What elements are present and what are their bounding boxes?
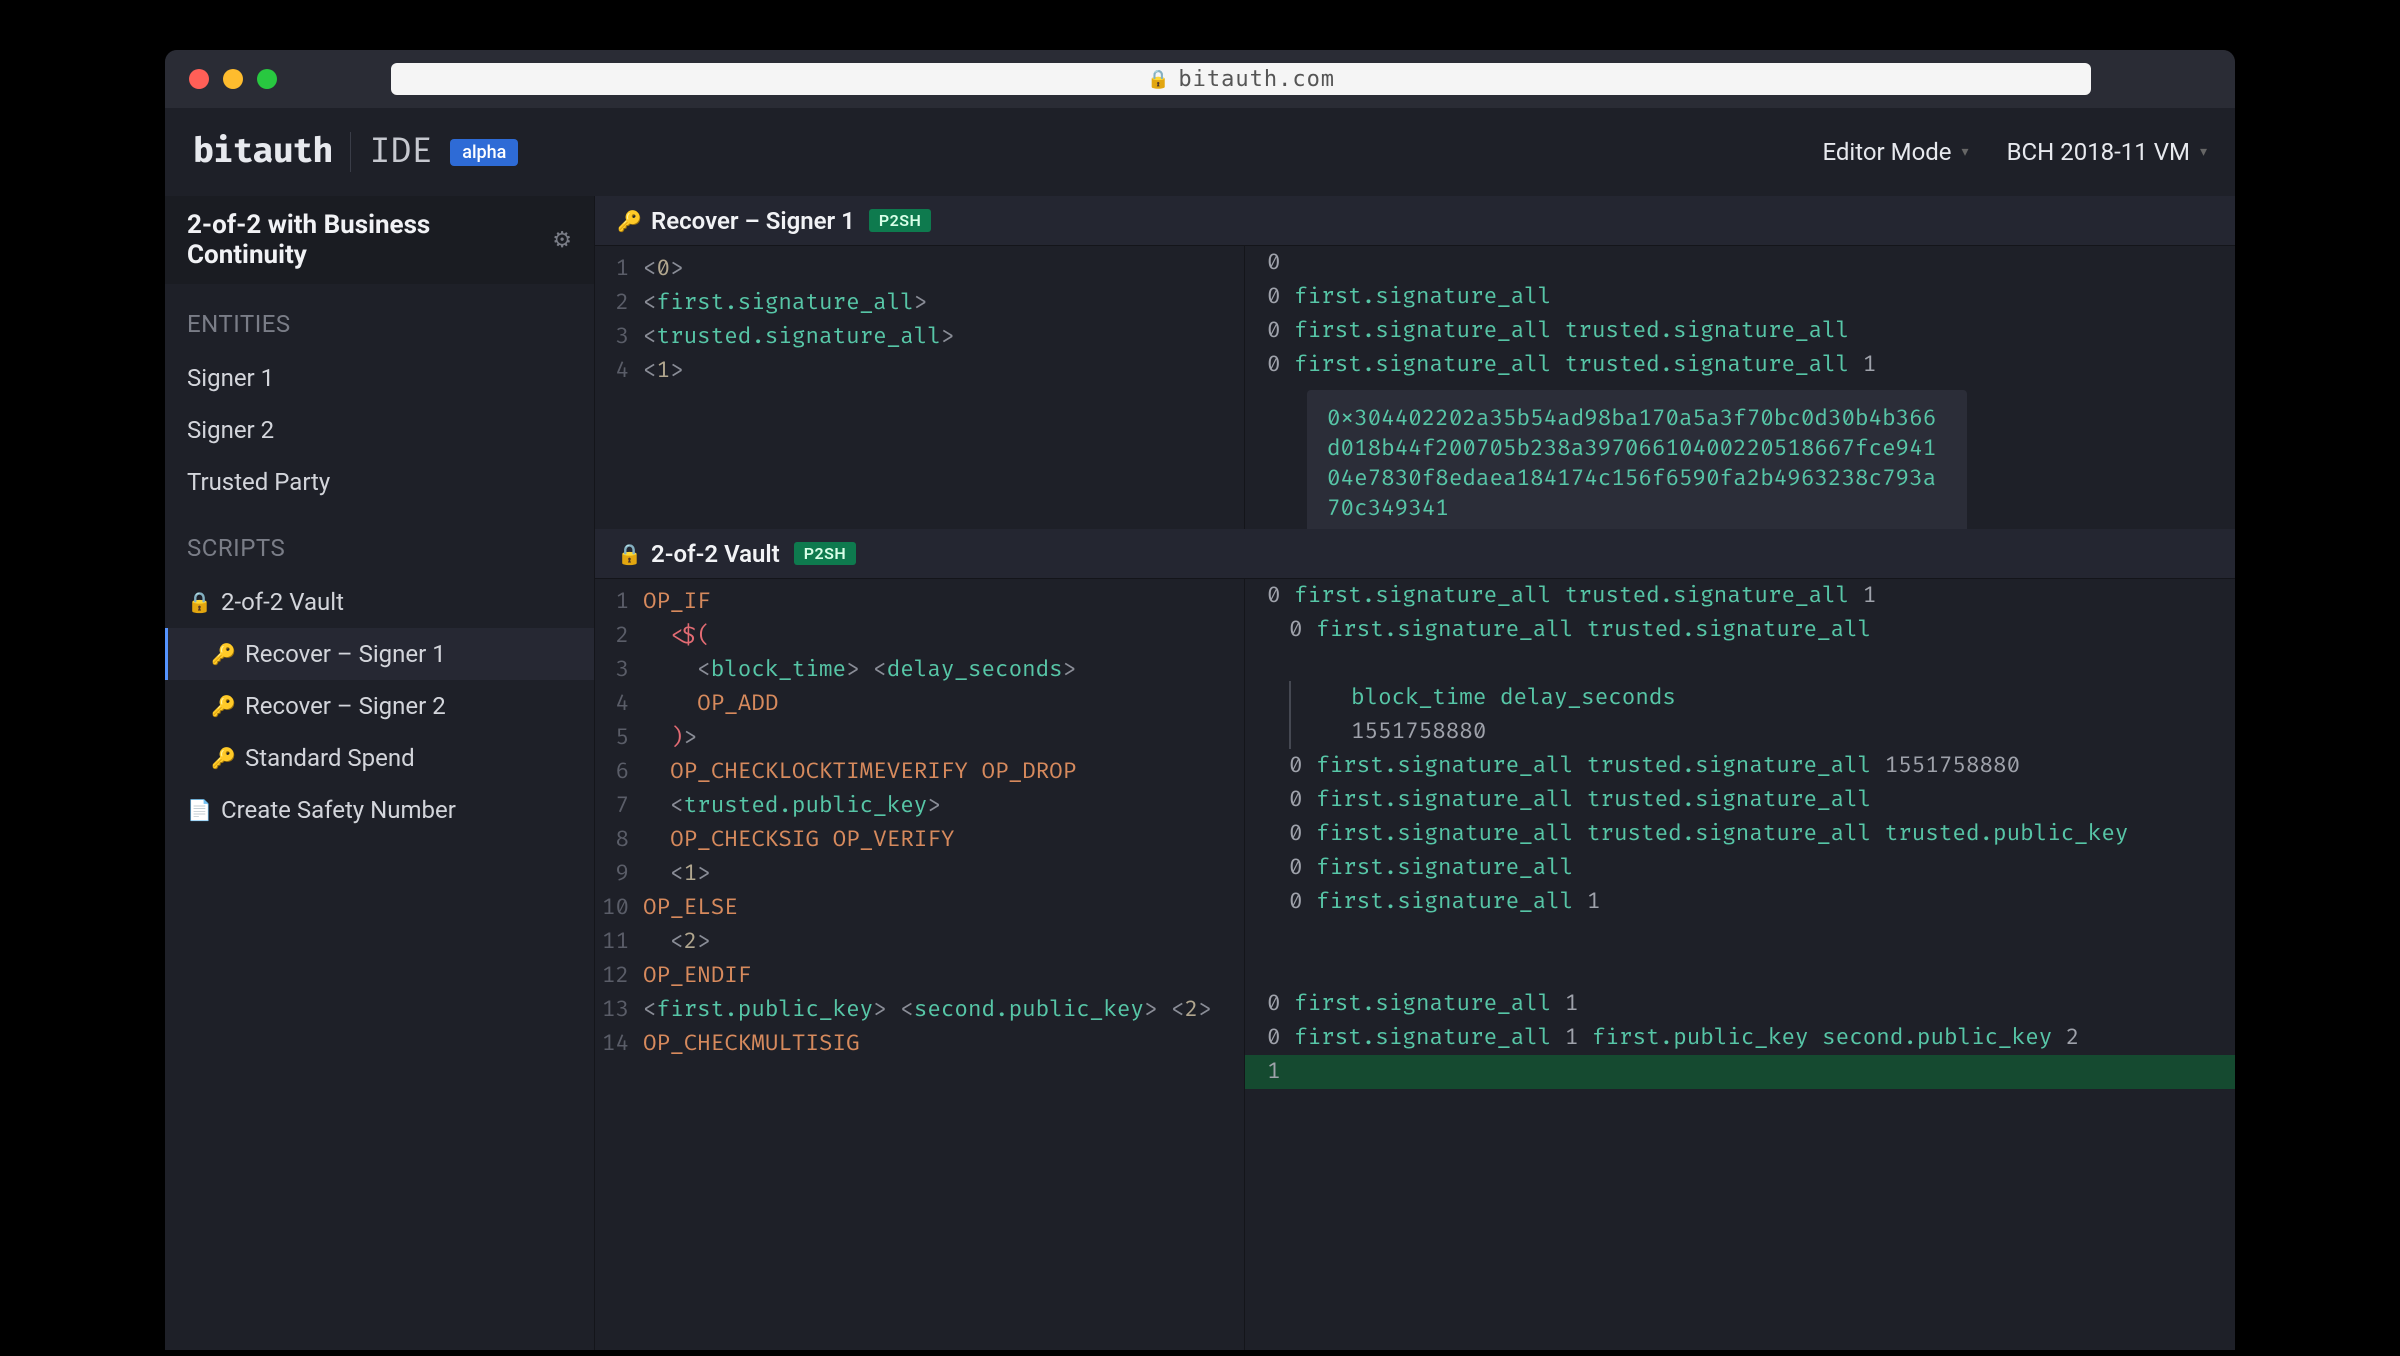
gear-icon[interactable]: ⚙	[552, 228, 572, 253]
scripts-section-label: SCRIPTS	[165, 508, 594, 576]
editor-mode-label: Editor Mode	[1822, 138, 1951, 166]
traffic-lights	[189, 69, 277, 89]
chevron-down-icon: ▾	[1962, 144, 1969, 160]
ide-label: IDE	[369, 132, 432, 173]
sidebar: 2-of-2 with Business Continuity ⚙ ENTITI…	[165, 196, 595, 1350]
main-body: 2-of-2 with Business Continuity ⚙ ENTITI…	[165, 196, 2235, 1350]
script-recover-1[interactable]: 🔑 Recover – Signer 1	[165, 628, 594, 680]
script-vault[interactable]: 🔒 2-of-2 Vault	[165, 576, 594, 628]
pane2-body: 1OP_IF2 <$(3 <block_time> <delay_seconds…	[595, 579, 2235, 1350]
pane1-header: 🔑 Recover – Signer 1 P2SH	[595, 196, 2235, 246]
editor-mode-dropdown[interactable]: Editor Mode ▾	[1822, 138, 1968, 166]
pane1-title: Recover – Signer 1	[651, 207, 855, 235]
script-label: 2-of-2 Vault	[221, 588, 344, 616]
close-window-icon[interactable]	[189, 69, 209, 89]
vm-dropdown[interactable]: BCH 2018-11 VM ▾	[2007, 138, 2207, 166]
hex-tooltip: 0x304402202a35b54ad98ba170a5a3f70bc0d30b…	[1307, 390, 1967, 529]
entity-signer-2[interactable]: Signer 2	[165, 404, 594, 456]
entity-trusted-party[interactable]: Trusted Party	[165, 456, 594, 508]
project-title: 2-of-2 with Business Continuity	[187, 210, 552, 270]
pane1-evaluation: 00 first.signature_all0 first.signature_…	[1245, 246, 2235, 529]
script-label: Standard Spend	[245, 744, 415, 772]
entities-section-label: ENTITIES	[165, 284, 594, 352]
titlebar: 🔒 bitauth.com	[165, 50, 2235, 108]
pane2-title: 2-of-2 Vault	[651, 540, 780, 568]
key-icon: 🔑	[617, 209, 637, 233]
lock-icon: 🔒	[1147, 69, 1170, 90]
p2sh-badge: P2SH	[794, 542, 857, 565]
main-editor: 🔑 Recover – Signer 1 P2SH 1<0>2<first.si…	[595, 196, 2235, 1350]
key-icon: 🔑	[211, 642, 231, 666]
url-bar[interactable]: 🔒 bitauth.com	[391, 63, 2091, 95]
pane2-editor[interactable]: 1OP_IF2 <$(3 <block_time> <delay_seconds…	[595, 579, 1245, 1350]
script-standard-spend[interactable]: 🔑 Standard Spend	[165, 732, 594, 784]
script-create-safety-number[interactable]: 📄 Create Safety Number	[165, 784, 594, 836]
vm-label: BCH 2018-11 VM	[2007, 138, 2190, 166]
project-title-row: 2-of-2 with Business Continuity ⚙	[165, 196, 594, 284]
browser-window: 🔒 bitauth.com bitauth IDE alpha Editor M…	[165, 50, 2235, 1350]
script-recover-2[interactable]: 🔑 Recover – Signer 2	[165, 680, 594, 732]
divider	[350, 132, 351, 172]
app-header: bitauth IDE alpha Editor Mode ▾ BCH 2018…	[165, 108, 2235, 196]
script-label: Create Safety Number	[221, 796, 456, 824]
pane1-editor[interactable]: 1<0>2<first.signature_all>3<trusted.sign…	[595, 246, 1245, 529]
key-icon: 🔑	[211, 746, 231, 770]
lock-icon: 🔒	[187, 590, 207, 614]
minimize-window-icon[interactable]	[223, 69, 243, 89]
chevron-down-icon: ▾	[2200, 144, 2207, 160]
document-icon: 📄	[187, 798, 207, 822]
url-text: bitauth.com	[1178, 67, 1335, 92]
pane2-header: 🔒 2-of-2 Vault P2SH	[595, 529, 2235, 579]
pane2-evaluation: 0 first.signature_all trusted.signature_…	[1245, 579, 2235, 1350]
pane1-body: 1<0>2<first.signature_all>3<trusted.sign…	[595, 246, 2235, 529]
script-label: Recover – Signer 1	[245, 640, 446, 668]
entity-signer-1[interactable]: Signer 1	[165, 352, 594, 404]
lock-icon: 🔒	[617, 542, 637, 566]
maximize-window-icon[interactable]	[257, 69, 277, 89]
alpha-badge: alpha	[450, 139, 518, 166]
key-icon: 🔑	[211, 694, 231, 718]
brand-logo: bitauth	[193, 132, 332, 173]
p2sh-badge: P2SH	[869, 209, 932, 232]
script-label: Recover – Signer 2	[245, 692, 446, 720]
